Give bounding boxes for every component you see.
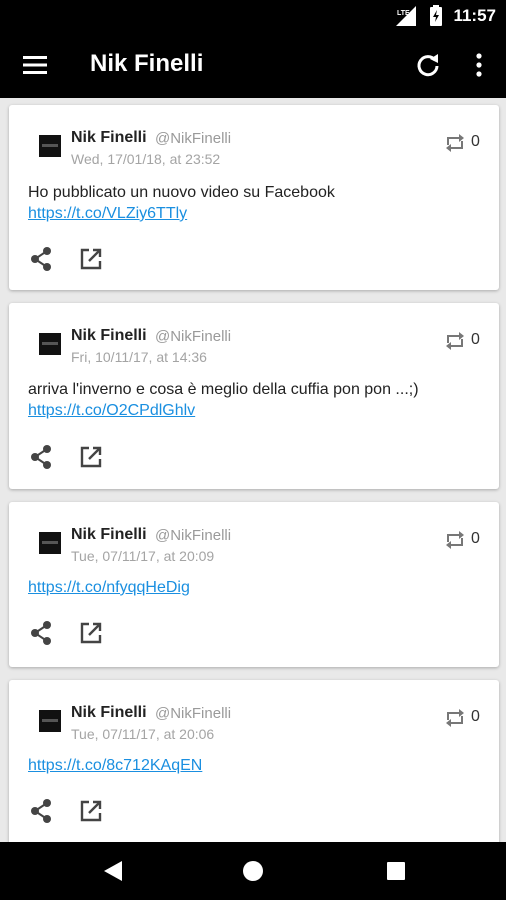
tweet-author-name[interactable]: Nik Finelli: [71, 129, 147, 147]
signal-lte-icon: LTE: [396, 6, 416, 26]
tweet-link[interactable]: https://t.co/8c712KAqEN: [28, 757, 202, 775]
tweet-link[interactable]: https://t.co/nfyqqHeDig: [28, 579, 190, 597]
tweet-link[interactable]: https://t.co/O2CPdlGhlv: [28, 402, 195, 420]
tweet-author-handle[interactable]: @NikFinelli: [155, 328, 231, 345]
tweet-card[interactable]: Nik Finelli @NikFinelli Fri, 10/11/17, a…: [9, 303, 499, 489]
tweet-author-name[interactable]: Nik Finelli: [71, 327, 147, 345]
status-time: 11:57: [453, 6, 496, 25]
back-triangle-icon[interactable]: [103, 860, 123, 882]
tweet-author-name[interactable]: Nik Finelli: [71, 526, 147, 544]
tweet-date: Fri, 10/11/17, at 14:36: [71, 349, 207, 365]
navigation-bar: [0, 842, 506, 900]
tweet-date: Tue, 07/11/17, at 20:09: [71, 548, 215, 564]
tweet-author-handle[interactable]: @NikFinelli: [155, 527, 231, 544]
retweet-icon[interactable]: [444, 708, 466, 728]
tweet-date: Wed, 17/01/18, at 23:52: [71, 151, 221, 167]
home-circle-icon[interactable]: [243, 861, 263, 881]
open-external-icon[interactable]: [79, 621, 103, 645]
retweet-icon[interactable]: [444, 530, 466, 550]
share-icon[interactable]: [29, 798, 53, 824]
tweet-author-handle[interactable]: @NikFinelli: [155, 130, 231, 147]
refresh-icon[interactable]: [414, 51, 442, 79]
tweet-author-name[interactable]: Nik Finelli: [71, 704, 147, 722]
share-icon[interactable]: [29, 444, 53, 470]
avatar[interactable]: [39, 710, 61, 732]
tweet-text: Ho pubblicato un nuovo video su Facebook: [28, 184, 335, 201]
retweet-icon[interactable]: [444, 331, 466, 351]
recent-square-icon[interactable]: [387, 862, 405, 880]
tweet-link[interactable]: https://t.co/VLZiy6TTly: [28, 205, 187, 223]
avatar[interactable]: [39, 333, 61, 355]
avatar[interactable]: [39, 532, 61, 554]
battery-icon: [430, 5, 442, 26]
retweet-count: 0: [471, 331, 480, 348]
more-vert-icon[interactable]: [470, 51, 488, 79]
retweet-count: 0: [471, 530, 480, 547]
tweet-card[interactable]: Nik Finelli @NikFinelli Tue, 07/11/17, a…: [9, 680, 499, 842]
avatar[interactable]: [39, 135, 61, 157]
tweet-author-handle[interactable]: @NikFinelli: [155, 705, 231, 722]
retweet-count: 0: [471, 708, 480, 725]
status-bar: LTE 11:57: [0, 0, 506, 32]
tweet-date: Tue, 07/11/17, at 20:06: [71, 726, 215, 742]
app-bar: Nik Finelli: [0, 32, 506, 98]
tweet-card[interactable]: Nik Finelli @NikFinelli Tue, 07/11/17, a…: [9, 502, 499, 667]
hamburger-icon[interactable]: [22, 53, 48, 77]
share-icon[interactable]: [29, 620, 53, 646]
open-external-icon[interactable]: [79, 247, 103, 271]
tweet-card[interactable]: Nik Finelli @NikFinelli Wed, 17/01/18, a…: [9, 105, 499, 290]
open-external-icon[interactable]: [79, 445, 103, 469]
retweet-icon[interactable]: [444, 133, 466, 153]
share-icon[interactable]: [29, 246, 53, 272]
tweet-feed[interactable]: Nik Finelli @NikFinelli Wed, 17/01/18, a…: [0, 98, 506, 842]
open-external-icon[interactable]: [79, 799, 103, 823]
page-title: Nik Finelli: [90, 50, 204, 77]
tweet-text: arriva l'inverno e cosa è meglio della c…: [28, 381, 419, 398]
retweet-count: 0: [471, 133, 480, 150]
svg-text:LTE: LTE: [397, 10, 410, 17]
